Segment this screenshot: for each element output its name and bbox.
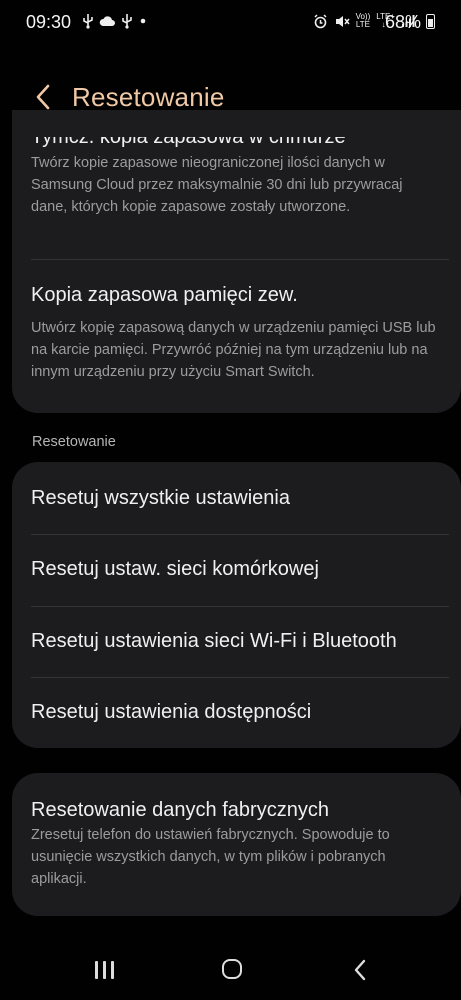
usb-icon bbox=[83, 14, 93, 29]
battery-icon bbox=[426, 14, 435, 29]
recent-apps-icon[interactable] bbox=[95, 961, 115, 979]
volte-sub-label: LTE bbox=[355, 20, 370, 29]
external-backup-item[interactable]: Kopia zapasowa pamięci zew. Utwórz kopię… bbox=[12, 260, 461, 413]
status-time: 09:30 bbox=[26, 12, 72, 32]
notification-icons bbox=[82, 13, 148, 29]
external-backup-description: Utwórz kopię zapasową danych w urządzeni… bbox=[31, 320, 436, 380]
alarm-icon bbox=[314, 13, 327, 28]
back-arrow-icon[interactable] bbox=[30, 80, 58, 114]
factory-reset-item[interactable]: Resetowanie danych fabrycznych Zresetuj … bbox=[12, 773, 461, 916]
cloud-backup-description: Twórz kopie zapasowe nieograniczonej ilo… bbox=[31, 155, 403, 215]
reset-mobile-network-label: Resetuj ustaw. sieci komórkowej bbox=[31, 558, 319, 580]
section-header-reset: Resetowanie bbox=[32, 434, 116, 450]
reset-options-card: Resetuj wszystkie ustawienia Resetuj ust… bbox=[12, 462, 461, 748]
reset-all-settings-label: Resetuj wszystkie ustawienia bbox=[31, 487, 290, 509]
backup-card: Tymcz. kopia zapasowa w chmurze Twórz ko… bbox=[12, 110, 461, 413]
reset-all-settings-item[interactable]: Resetuj wszystkie ustawienia bbox=[12, 462, 461, 534]
dot-icon bbox=[140, 18, 146, 24]
reset-accessibility-item[interactable]: Resetuj ustawienia dostępności bbox=[12, 677, 461, 748]
mute-icon bbox=[335, 15, 350, 27]
cloud-icon bbox=[99, 16, 115, 26]
factory-reset-card: Resetowanie danych fabrycznych Zresetuj … bbox=[12, 773, 461, 916]
reset-accessibility-label: Resetuj ustawienia dostępności bbox=[31, 701, 312, 723]
status-bar: 09:30 Vo)) LTE LTE+ ↓↑ 68% bbox=[0, 0, 461, 44]
volte-lte-icon: Vo)) LTE bbox=[356, 13, 371, 29]
navigation-bar bbox=[0, 945, 461, 995]
external-backup-title: Kopia zapasowa pamięci zew. bbox=[31, 284, 298, 306]
home-icon[interactable] bbox=[222, 959, 242, 979]
reset-wifi-bluetooth-label: Resetuj ustawienia sieci Wi-Fi i Bluetoo… bbox=[31, 630, 397, 652]
usb-icon bbox=[122, 14, 132, 29]
factory-reset-title: Resetowanie danych fabrycznych bbox=[31, 799, 329, 821]
battery-percentage: 68% bbox=[384, 12, 421, 32]
nav-back-icon[interactable] bbox=[352, 958, 368, 982]
cloud-backup-title: Tymcz. kopia zapasowa w chmurze bbox=[31, 126, 346, 148]
reset-wifi-bluetooth-item[interactable]: Resetuj ustawienia sieci Wi-Fi i Bluetoo… bbox=[12, 606, 461, 677]
cloud-backup-item[interactable]: Tymcz. kopia zapasowa w chmurze Twórz ko… bbox=[12, 110, 461, 260]
page-title: Resetowanie bbox=[72, 82, 225, 112]
factory-reset-description: Zresetuj telefon do ustawień fabrycznych… bbox=[31, 827, 390, 887]
reset-mobile-network-item[interactable]: Resetuj ustaw. sieci komórkowej bbox=[12, 534, 461, 606]
